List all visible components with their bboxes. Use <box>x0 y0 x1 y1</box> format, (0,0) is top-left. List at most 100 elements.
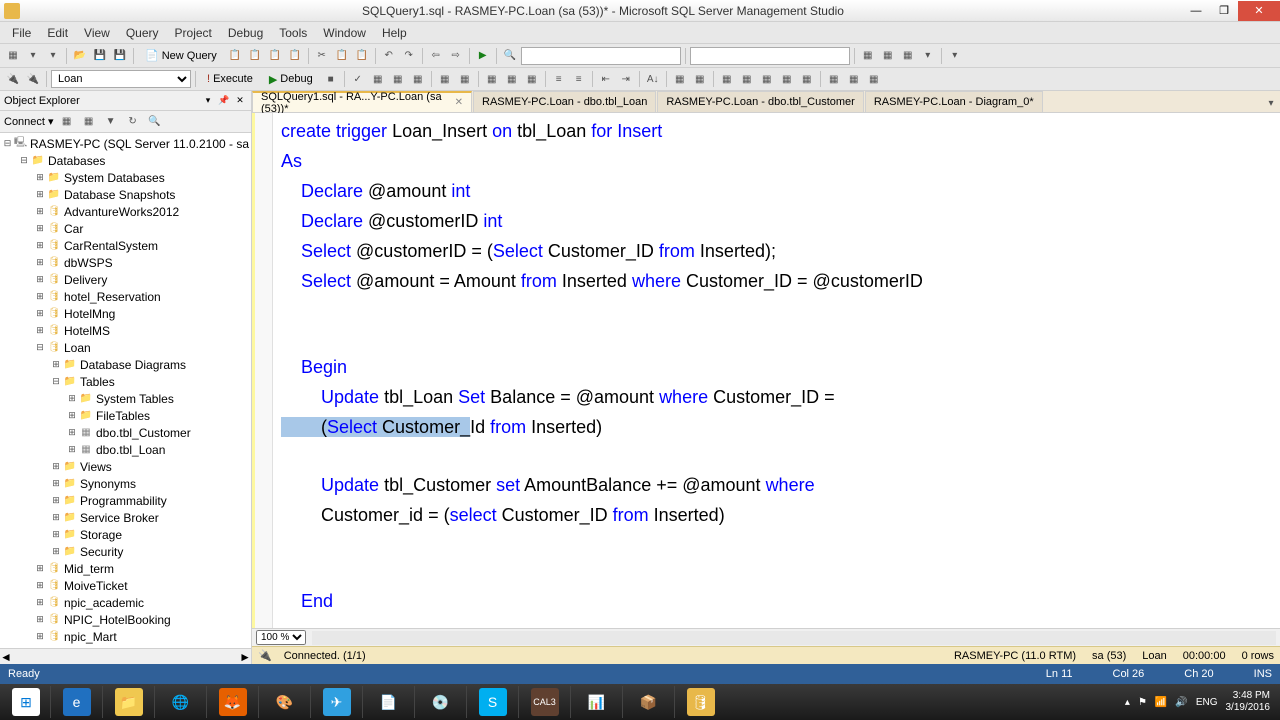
menu-edit[interactable]: Edit <box>39 24 76 42</box>
debug-button[interactable]: ▶Debug <box>262 70 320 89</box>
tree-item[interactable]: ⊞🛢AdvantureWorks2012 <box>2 203 249 220</box>
new-project-icon[interactable]: ▦ <box>4 47 22 65</box>
oe-search-icon[interactable]: 🔍 <box>146 113 164 131</box>
connect-icon[interactable]: 🔌 <box>4 70 22 88</box>
menu-query[interactable]: Query <box>118 24 167 42</box>
tree-item[interactable]: ⊞📁Views <box>2 458 249 475</box>
menu-debug[interactable]: Debug <box>220 24 271 42</box>
tree-item[interactable]: ⊞📁Storage <box>2 526 249 543</box>
tab-tbl-loan[interactable]: RASMEY-PC.Loan - dbo.tbl_Loan <box>473 91 656 112</box>
tree-databases-node[interactable]: ⊟📁Databases <box>2 152 249 169</box>
tab-close-icon[interactable]: ✕ <box>455 97 463 108</box>
menu-window[interactable]: Window <box>315 24 374 42</box>
specify-values-icon[interactable]: A↓ <box>644 70 662 88</box>
oe-dropdown-icon[interactable]: ▾ <box>201 94 215 108</box>
paste-icon[interactable]: 📋 <box>353 47 371 65</box>
oe-disconnect-icon[interactable]: ▦ <box>58 113 76 131</box>
save-all-icon[interactable]: 💾 <box>111 47 129 65</box>
code-content[interactable]: create trigger Loan_Insert on tbl_Loan f… <box>273 113 1280 628</box>
connect-button[interactable]: Connect ▾ <box>4 115 54 128</box>
find-icon[interactable]: 🔍 <box>501 47 519 65</box>
task-app3[interactable]: 💿 <box>414 686 466 718</box>
results-text-icon[interactable]: ▦ <box>483 70 501 88</box>
tray-language[interactable]: ENG <box>1196 697 1218 708</box>
properties-icon[interactable]: ▾ <box>919 47 937 65</box>
tree-item[interactable]: ⊞🛢npic_Mart <box>2 628 249 645</box>
task-telegram[interactable]: ✈ <box>310 686 362 718</box>
tb-icon-5[interactable]: ▦ <box>758 70 776 88</box>
execute-button[interactable]: !Execute <box>200 70 260 88</box>
menu-tools[interactable]: Tools <box>271 24 315 42</box>
new-query-button[interactable]: 📄New Query <box>138 46 224 65</box>
tree-item[interactable]: ⊞🛢HotelMng <box>2 305 249 322</box>
include-plan-icon[interactable]: ▦ <box>436 70 454 88</box>
tb-icon-7[interactable]: ▦ <box>798 70 816 88</box>
oe-pin-icon[interactable]: 📌 <box>217 94 231 108</box>
tray-flag-icon[interactable]: ⚑ <box>1138 697 1147 708</box>
tb-icon-3[interactable]: ▦ <box>718 70 736 88</box>
task-app5[interactable]: 📦 <box>622 686 674 718</box>
tab-diagram[interactable]: RASMEY-PC.Loan - Diagram_0* <box>865 91 1043 112</box>
task-explorer[interactable]: 📁 <box>102 686 154 718</box>
task-firefox[interactable]: 🦊 <box>206 686 258 718</box>
results-file-icon[interactable]: ▦ <box>523 70 541 88</box>
tree-item[interactable]: ⊞📁Database Diagrams <box>2 356 249 373</box>
tb-icon-4[interactable]: ▦ <box>738 70 756 88</box>
tree-item[interactable]: ⊞🛢NPIC_HotelBooking <box>2 611 249 628</box>
tree-item[interactable]: ⊞📁System Databases <box>2 169 249 186</box>
cancel-query-icon[interactable]: ■ <box>322 70 340 88</box>
uncomment-icon[interactable]: ≡ <box>570 70 588 88</box>
tb-icon-6[interactable]: ▦ <box>778 70 796 88</box>
template-icon[interactable]: ▦ <box>899 47 917 65</box>
nav-forward-icon[interactable]: ⇨ <box>447 47 465 65</box>
comment-icon[interactable]: ≡ <box>550 70 568 88</box>
tb-icon-10[interactable]: ▦ <box>865 70 883 88</box>
maximize-button[interactable]: ❐ <box>1210 1 1238 21</box>
toolbar-options-icon[interactable]: ▾ <box>946 47 964 65</box>
object-explorer-icon[interactable]: ▦ <box>879 47 897 65</box>
tree-item[interactable]: ⊞🛢dbWSPS <box>2 254 249 271</box>
zoom-select[interactable]: 100 % <box>256 630 306 645</box>
tree-item[interactable]: ⊞📁Programmability <box>2 492 249 509</box>
start-icon[interactable]: ▶ <box>474 47 492 65</box>
oe-refresh-icon[interactable]: ↻ <box>124 113 142 131</box>
mdx-icon[interactable]: 📋 <box>266 47 284 65</box>
close-button[interactable]: ✕ <box>1238 1 1280 21</box>
task-app4[interactable]: 📊 <box>570 686 622 718</box>
task-ssms[interactable]: 🛢 <box>674 686 726 718</box>
tray-volume-icon[interactable]: 🔊 <box>1175 697 1187 708</box>
task-calendar[interactable]: CAL3 <box>518 686 570 718</box>
query-options-icon[interactable]: ▦ <box>389 70 407 88</box>
tray-network-icon[interactable]: 📶 <box>1155 697 1167 708</box>
tab-sqlquery1[interactable]: SQLQuery1.sql - RA...Y-PC.Loan (sa (53))… <box>252 91 472 112</box>
tree-item[interactable]: ⊞🛢HotelMS <box>2 322 249 339</box>
find-combo[interactable] <box>521 47 681 65</box>
registered-servers-icon[interactable]: ▦ <box>859 47 877 65</box>
solution-combo[interactable] <box>690 47 850 65</box>
open-file-icon[interactable]: 📂 <box>71 47 89 65</box>
menu-file[interactable]: File <box>4 24 39 42</box>
redo-icon[interactable]: ↷ <box>400 47 418 65</box>
task-app1[interactable]: 🎨 <box>258 686 310 718</box>
tree-item[interactable]: ⊞📁Database Snapshots <box>2 186 249 203</box>
parse-icon[interactable]: ✓ <box>349 70 367 88</box>
results-grid-icon[interactable]: ▦ <box>503 70 521 88</box>
increase-indent-icon[interactable]: ⇥ <box>617 70 635 88</box>
task-skype[interactable]: S <box>466 686 518 718</box>
tree-item[interactable]: ⊞📁Service Broker <box>2 509 249 526</box>
minimize-button[interactable]: — <box>1182 1 1210 21</box>
code-editor[interactable]: create trigger Loan_Insert on tbl_Loan f… <box>252 113 1280 628</box>
task-chrome[interactable]: 🌐 <box>154 686 206 718</box>
tray-expand-icon[interactable]: ▴ <box>1125 697 1130 708</box>
tree-item[interactable]: ⊞🛢hotel_Reservation <box>2 288 249 305</box>
oe-close-icon[interactable]: ✕ <box>233 94 247 108</box>
oe-stop-icon[interactable]: ▦ <box>80 113 98 131</box>
editor-horizontal-scrollbar[interactable] <box>312 631 1276 645</box>
tree-server-node[interactable]: ⊟🖳RASMEY-PC (SQL Server 11.0.2100 - sa <box>2 135 249 152</box>
decrease-indent-icon[interactable]: ⇤ <box>597 70 615 88</box>
tree-item[interactable]: ⊞📁System Tables <box>2 390 249 407</box>
start-button[interactable]: ⊞ <box>2 686 50 718</box>
menu-help[interactable]: Help <box>374 24 415 42</box>
db-engine-query-icon[interactable]: 📋 <box>226 47 244 65</box>
tree-item[interactable]: ⊞📁Synonyms <box>2 475 249 492</box>
